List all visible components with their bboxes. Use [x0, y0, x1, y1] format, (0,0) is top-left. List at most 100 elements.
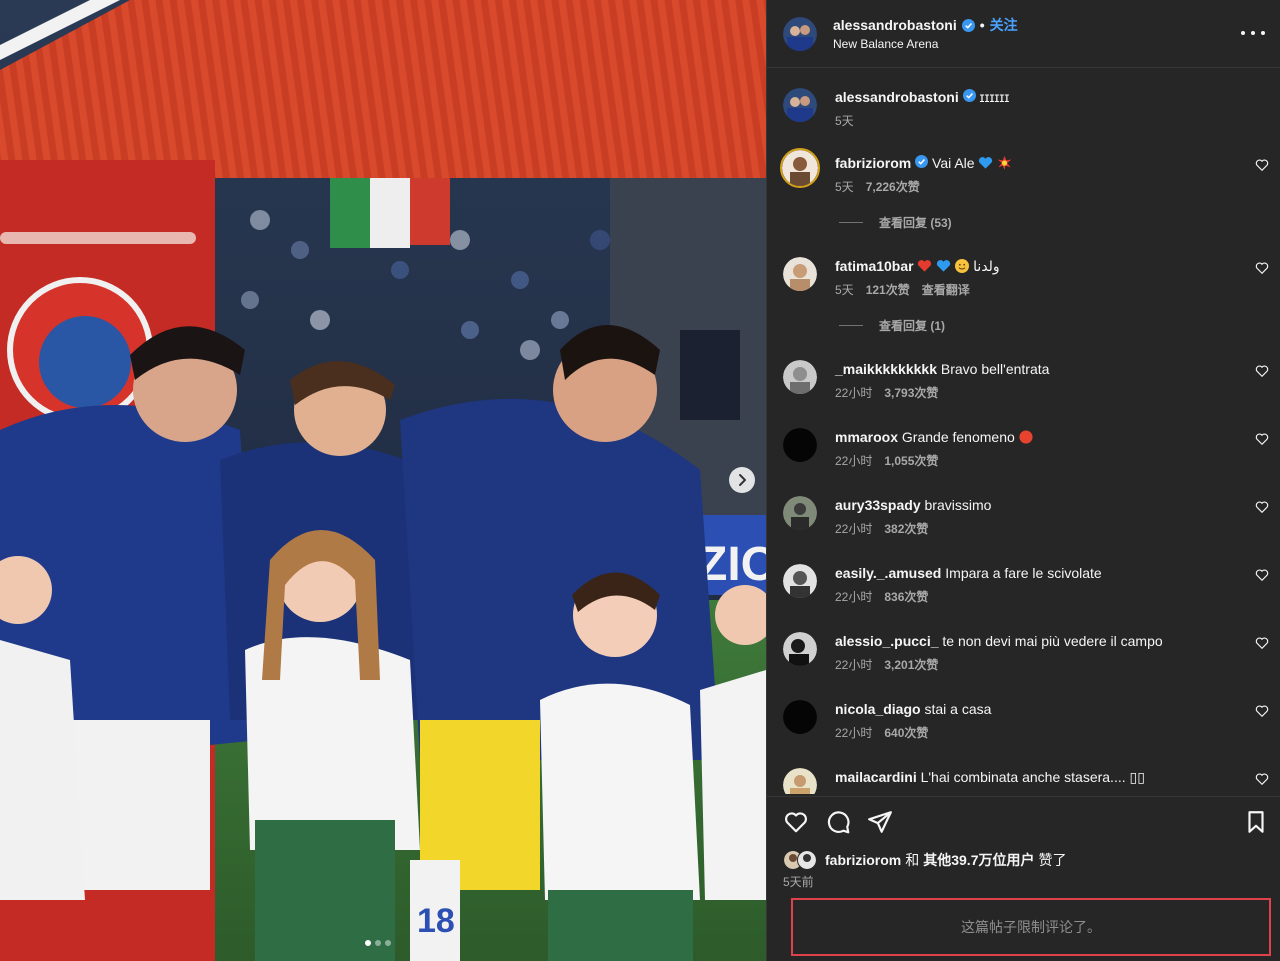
carousel-dot	[385, 940, 391, 946]
comment-likes[interactable]: 640次赞	[884, 724, 928, 741]
separator-dot: •	[979, 17, 985, 33]
comment-text: Bravo bell'entrata	[940, 361, 1050, 377]
likes-connector: 和	[905, 852, 920, 868]
comment-username[interactable]: fatima10bar	[835, 258, 914, 274]
comment-username[interactable]: nicola_diago	[835, 701, 921, 717]
likes-summary[interactable]: fabriziorom 和其他39.7万位用户 赞了	[783, 850, 1066, 870]
likes-others[interactable]: 其他39.7万位用户	[923, 850, 1034, 870]
comment-text: Grande fenomeno	[901, 429, 1015, 445]
comment-likes[interactable]: 3,201次赞	[884, 656, 938, 673]
comment-username[interactable]: aury33spady	[835, 497, 921, 513]
comments-restricted-notice: 这篇帖子限制评论了。	[791, 898, 1271, 956]
author-avatar[interactable]	[783, 17, 817, 51]
commenter-avatar[interactable]	[783, 768, 817, 794]
liker-username[interactable]: fabriziorom	[825, 852, 901, 868]
more-options-icon[interactable]	[1241, 25, 1265, 41]
commenter-avatar[interactable]	[783, 428, 817, 462]
comment-likes[interactable]: 3,793次赞	[884, 384, 938, 401]
liker-avatar	[797, 850, 817, 870]
comment-time: 22小时	[835, 522, 873, 536]
heart-outline-icon[interactable]	[1255, 364, 1269, 378]
post-date[interactable]: 5天前	[783, 873, 814, 890]
comment-username[interactable]: alessandrobastoni	[835, 89, 959, 105]
post-header: alessandrobastoni • 关注 New Balance Arena	[767, 0, 1280, 68]
comment-time: 22小时	[835, 454, 873, 468]
commenter-avatar[interactable]	[783, 360, 817, 394]
verified-badge-icon	[915, 155, 929, 168]
like-heart-icon[interactable]	[783, 809, 809, 835]
blue-heart-icon	[979, 157, 993, 169]
comment-likes[interactable]: 836次赞	[884, 588, 928, 605]
view-replies-label: 查看回复 (53)	[879, 216, 952, 230]
comment-likes[interactable]: 382次赞	[884, 520, 928, 537]
caption-text: ɪɪɪɪɪɪ	[979, 89, 1010, 105]
comment-text: te non devi mai più vedere il campo	[942, 633, 1163, 649]
heart-outline-icon[interactable]	[1255, 704, 1269, 718]
commenter-avatar[interactable]	[780, 148, 820, 188]
comment-time: 22小时	[835, 386, 873, 400]
commenter-avatar[interactable]	[783, 700, 817, 734]
comment-username[interactable]: alessio_.pucci_	[835, 633, 939, 649]
heart-outline-icon[interactable]	[1255, 158, 1269, 172]
author-username[interactable]: alessandrobastoni	[833, 17, 957, 33]
carousel-dot	[375, 940, 381, 946]
comment-time: 22小时	[835, 590, 873, 604]
comment-likes[interactable]: 7,226次赞	[866, 178, 920, 195]
comment-text: stai a casa	[924, 701, 992, 717]
likes-suffix: 赞了	[1038, 852, 1067, 868]
verified-badge-icon	[961, 18, 975, 32]
heart-outline-icon[interactable]	[1255, 568, 1269, 582]
heart-outline-icon[interactable]	[1255, 261, 1269, 275]
bookmark-icon[interactable]	[1243, 809, 1269, 835]
blue-heart-icon	[937, 260, 951, 272]
view-replies-button[interactable]: 查看回复 (53)	[839, 214, 952, 231]
comment-likes[interactable]: 1,055次赞	[884, 452, 938, 469]
see-translation-button[interactable]: 查看翻译	[922, 281, 970, 298]
comment-username[interactable]: easily._.amused	[835, 565, 941, 581]
comment-list[interactable]: alessandrobastoni ɪɪɪɪɪɪ 5天 fabriziorom …	[767, 70, 1280, 794]
comment-likes[interactable]: 121次赞	[866, 281, 910, 298]
comment-username[interactable]: mmaroox	[835, 429, 898, 445]
comment-text: Vai Ale	[932, 155, 975, 171]
commenter-avatar[interactable]	[783, 257, 817, 291]
view-replies-button[interactable]: 查看回复 (1)	[839, 317, 945, 334]
smile-icon	[955, 259, 970, 273]
heart-outline-icon[interactable]	[1255, 636, 1269, 650]
comment-time: 22小时	[835, 726, 873, 740]
red-heart-icon	[918, 260, 932, 272]
collision-icon	[997, 156, 1012, 170]
view-replies-label: 查看回复 (1)	[879, 319, 946, 333]
comment-time: 5天	[835, 180, 854, 194]
red-circle-icon	[1019, 430, 1033, 444]
heart-outline-icon[interactable]	[1255, 500, 1269, 514]
commenter-avatar[interactable]	[783, 496, 817, 530]
comment-bubble-icon[interactable]	[825, 809, 851, 835]
comment-time: 5天	[835, 114, 854, 128]
comment-text: L'hai combinata anche stasera.... ▯▯	[920, 769, 1145, 785]
carousel-dots	[365, 940, 391, 946]
comment-time: 22小时	[835, 658, 873, 672]
stadium-photo: ZIO 18	[0, 0, 766, 961]
comment-text: Impara a fare le scivolate	[945, 565, 1102, 581]
follow-button[interactable]: 关注	[990, 15, 1018, 35]
comment-username[interactable]: fabriziorom	[835, 155, 911, 171]
chevron-right-icon	[739, 474, 746, 486]
heart-outline-icon[interactable]	[1255, 432, 1269, 446]
next-slide-button[interactable]	[729, 467, 755, 493]
location-link[interactable]: New Balance Arena	[833, 37, 938, 51]
comment-text: bravissimo	[924, 497, 992, 513]
board-text: ZIO	[698, 538, 766, 591]
post-image[interactable]: ZIO 18	[0, 0, 766, 961]
commenter-avatar[interactable]	[783, 632, 817, 666]
heart-outline-icon[interactable]	[1255, 772, 1269, 786]
comment-time: 5天	[835, 283, 854, 297]
action-bar	[767, 796, 1280, 846]
comment-text: ولدنا	[973, 258, 1000, 274]
share-send-icon[interactable]	[867, 809, 893, 835]
jersey-number: 18	[417, 902, 455, 940]
comment-username[interactable]: mailacardini	[835, 769, 917, 785]
author-avatar[interactable]	[783, 88, 817, 122]
comment-username[interactable]: _maikkkkkkkkk	[835, 361, 937, 377]
commenter-avatar[interactable]	[783, 564, 817, 598]
carousel-dot	[365, 940, 371, 946]
